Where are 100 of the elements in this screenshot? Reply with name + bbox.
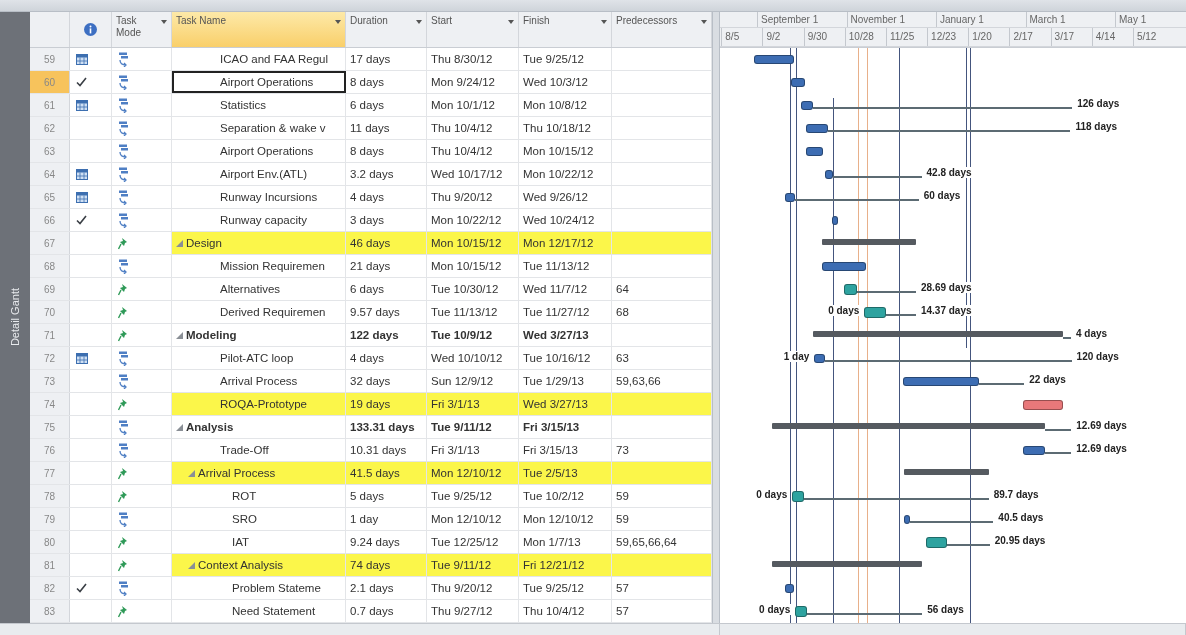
slack-label: 12.69 days [1075,443,1128,454]
task-name-cell[interactable]: Design [172,232,346,254]
view-label: Detail Gantt [9,288,21,347]
task-bar[interactable] [821,262,866,271]
task-name-cell[interactable]: Mission Requiremen [172,255,346,277]
task-bar[interactable] [805,124,828,133]
slack-line [946,544,990,546]
finish-cell: Wed 3/27/13 [519,393,612,415]
task-name-cell[interactable]: ROT [172,485,346,507]
task-name-cell[interactable]: Context Analysis [172,554,346,576]
task-name-cell[interactable]: Airport Env.(ATL) [172,163,346,185]
finish-cell: Mon 10/8/12 [519,94,612,116]
task-name-cell[interactable]: Modeling [172,324,346,346]
task-name-cell[interactable]: Runway Incursions [172,186,346,208]
duration-cell: 3.2 days [346,163,427,185]
timescale-week: 9/2 [762,27,804,46]
task-name-cell[interactable]: Airport Operations [172,71,346,93]
dropdown-arrow-icon[interactable] [701,20,707,24]
task-name-cell[interactable]: Arrival Process [172,462,346,484]
start-cell: Sun 12/9/12 [427,370,519,392]
dropdown-arrow-icon[interactable] [416,20,422,24]
start-cell: Tue 9/11/12 [427,416,519,438]
dropdown-arrow-icon[interactable] [508,20,514,24]
timescale-month: November 1 [846,12,936,27]
task-bar[interactable] [790,78,806,87]
task-name-cell[interactable]: Arrival Process [172,370,346,392]
slack-line [1045,429,1072,431]
critical-task-bar[interactable] [1023,399,1063,410]
task-name-cell[interactable]: Pilot-ATC loop [172,347,346,369]
timescale-week: 1/20 [968,27,1010,46]
task-name-cell[interactable]: Need Statement [172,600,346,622]
task-name-cell[interactable]: Analysis [172,416,346,438]
finish-cell: Mon 12/17/12 [519,232,612,254]
manual-task-bar[interactable] [843,284,857,295]
horizontal-scrollbar[interactable] [720,624,1186,635]
manual-task-bar[interactable] [792,491,804,502]
finish-cell: Wed 10/3/12 [519,71,612,93]
task-name-cell[interactable]: Statistics [172,94,346,116]
task-name-cell[interactable]: ICAO and FAA Regul [172,48,346,70]
task-name-cell[interactable]: Trade-Off [172,439,346,461]
finish-cell: Thu 10/4/12 [519,600,612,622]
start-cell: Tue 10/30/12 [427,278,519,300]
timescale-month: May 1 [1115,12,1186,27]
task-bar[interactable] [784,584,794,593]
task-bar[interactable] [805,147,824,156]
lead-label: 1 day [782,351,811,362]
task-name-cell[interactable]: SRO [172,508,346,530]
task-name-cell[interactable]: Problem Stateme [172,577,346,599]
collapse-triangle-icon[interactable] [176,331,183,339]
slack-line [1045,452,1072,454]
finish-cell: Tue 2/5/13 [519,462,612,484]
column-header[interactable]: Finish [519,12,612,47]
finish-cell: Tue 1/29/13 [519,370,612,392]
column-header[interactable]: Duration [346,12,427,47]
column-header[interactable]: Task Name [172,12,346,47]
timescale-week: 9/30 [803,27,845,46]
task-bar[interactable] [1023,446,1046,455]
slack-label: 22 days [1028,374,1067,385]
task-name-cell[interactable]: IAT [172,531,346,553]
task-bar[interactable] [904,515,910,524]
task-bar[interactable] [824,170,834,179]
duration-cell: 133.31 days [346,416,427,438]
slack-label: 56 days [926,604,965,615]
duration-cell: 6 days [346,278,427,300]
task-name-cell[interactable]: Runway capacity [172,209,346,231]
horizontal-scrollbar[interactable] [0,624,720,635]
dropdown-arrow-icon[interactable] [161,20,167,24]
duration-cell: 11 days [346,117,427,139]
task-name-cell[interactable]: Airport Operations [172,140,346,162]
manual-task-bar[interactable] [795,606,807,617]
column-header[interactable]: Start [427,12,519,47]
collapse-triangle-icon[interactable] [188,469,195,477]
task-name-cell[interactable]: Separation & wake v [172,117,346,139]
task-bar[interactable] [801,101,813,110]
lead-label: 0 days [758,604,792,615]
start-cell: Tue 10/9/12 [427,324,519,346]
slack-label: 60 days [922,190,962,201]
manual-task-bar[interactable] [864,307,887,318]
start-cell: Mon 10/15/12 [427,255,519,277]
duration-cell: 9.24 days [346,531,427,553]
slack-line [978,383,1025,385]
duration-cell: 122 days [346,324,427,346]
finish-cell: Mon 10/15/12 [519,140,612,162]
collapse-triangle-icon[interactable] [176,239,183,247]
finish-cell: Mon 12/10/12 [519,508,612,530]
start-cell: Thu 9/20/12 [427,577,519,599]
dropdown-arrow-icon[interactable] [335,20,341,24]
view-bar[interactable]: Detail Gantt [0,12,30,623]
task-name-cell[interactable]: Derived Requiremen [172,301,346,323]
task-name-cell[interactable]: ROQA-Prototype [172,393,346,415]
finish-cell: Mon 10/22/12 [519,163,612,185]
collapse-triangle-icon[interactable] [188,561,195,569]
task-bar[interactable] [831,216,838,225]
task-name-cell[interactable]: Alternatives [172,278,346,300]
collapse-triangle-icon[interactable] [176,423,183,431]
dropdown-arrow-icon[interactable] [601,20,607,24]
task-bar[interactable] [814,354,825,363]
slack-label: 89.7 days [992,489,1040,500]
task-bar[interactable] [784,193,796,202]
finish-cell: Wed 9/26/12 [519,186,612,208]
